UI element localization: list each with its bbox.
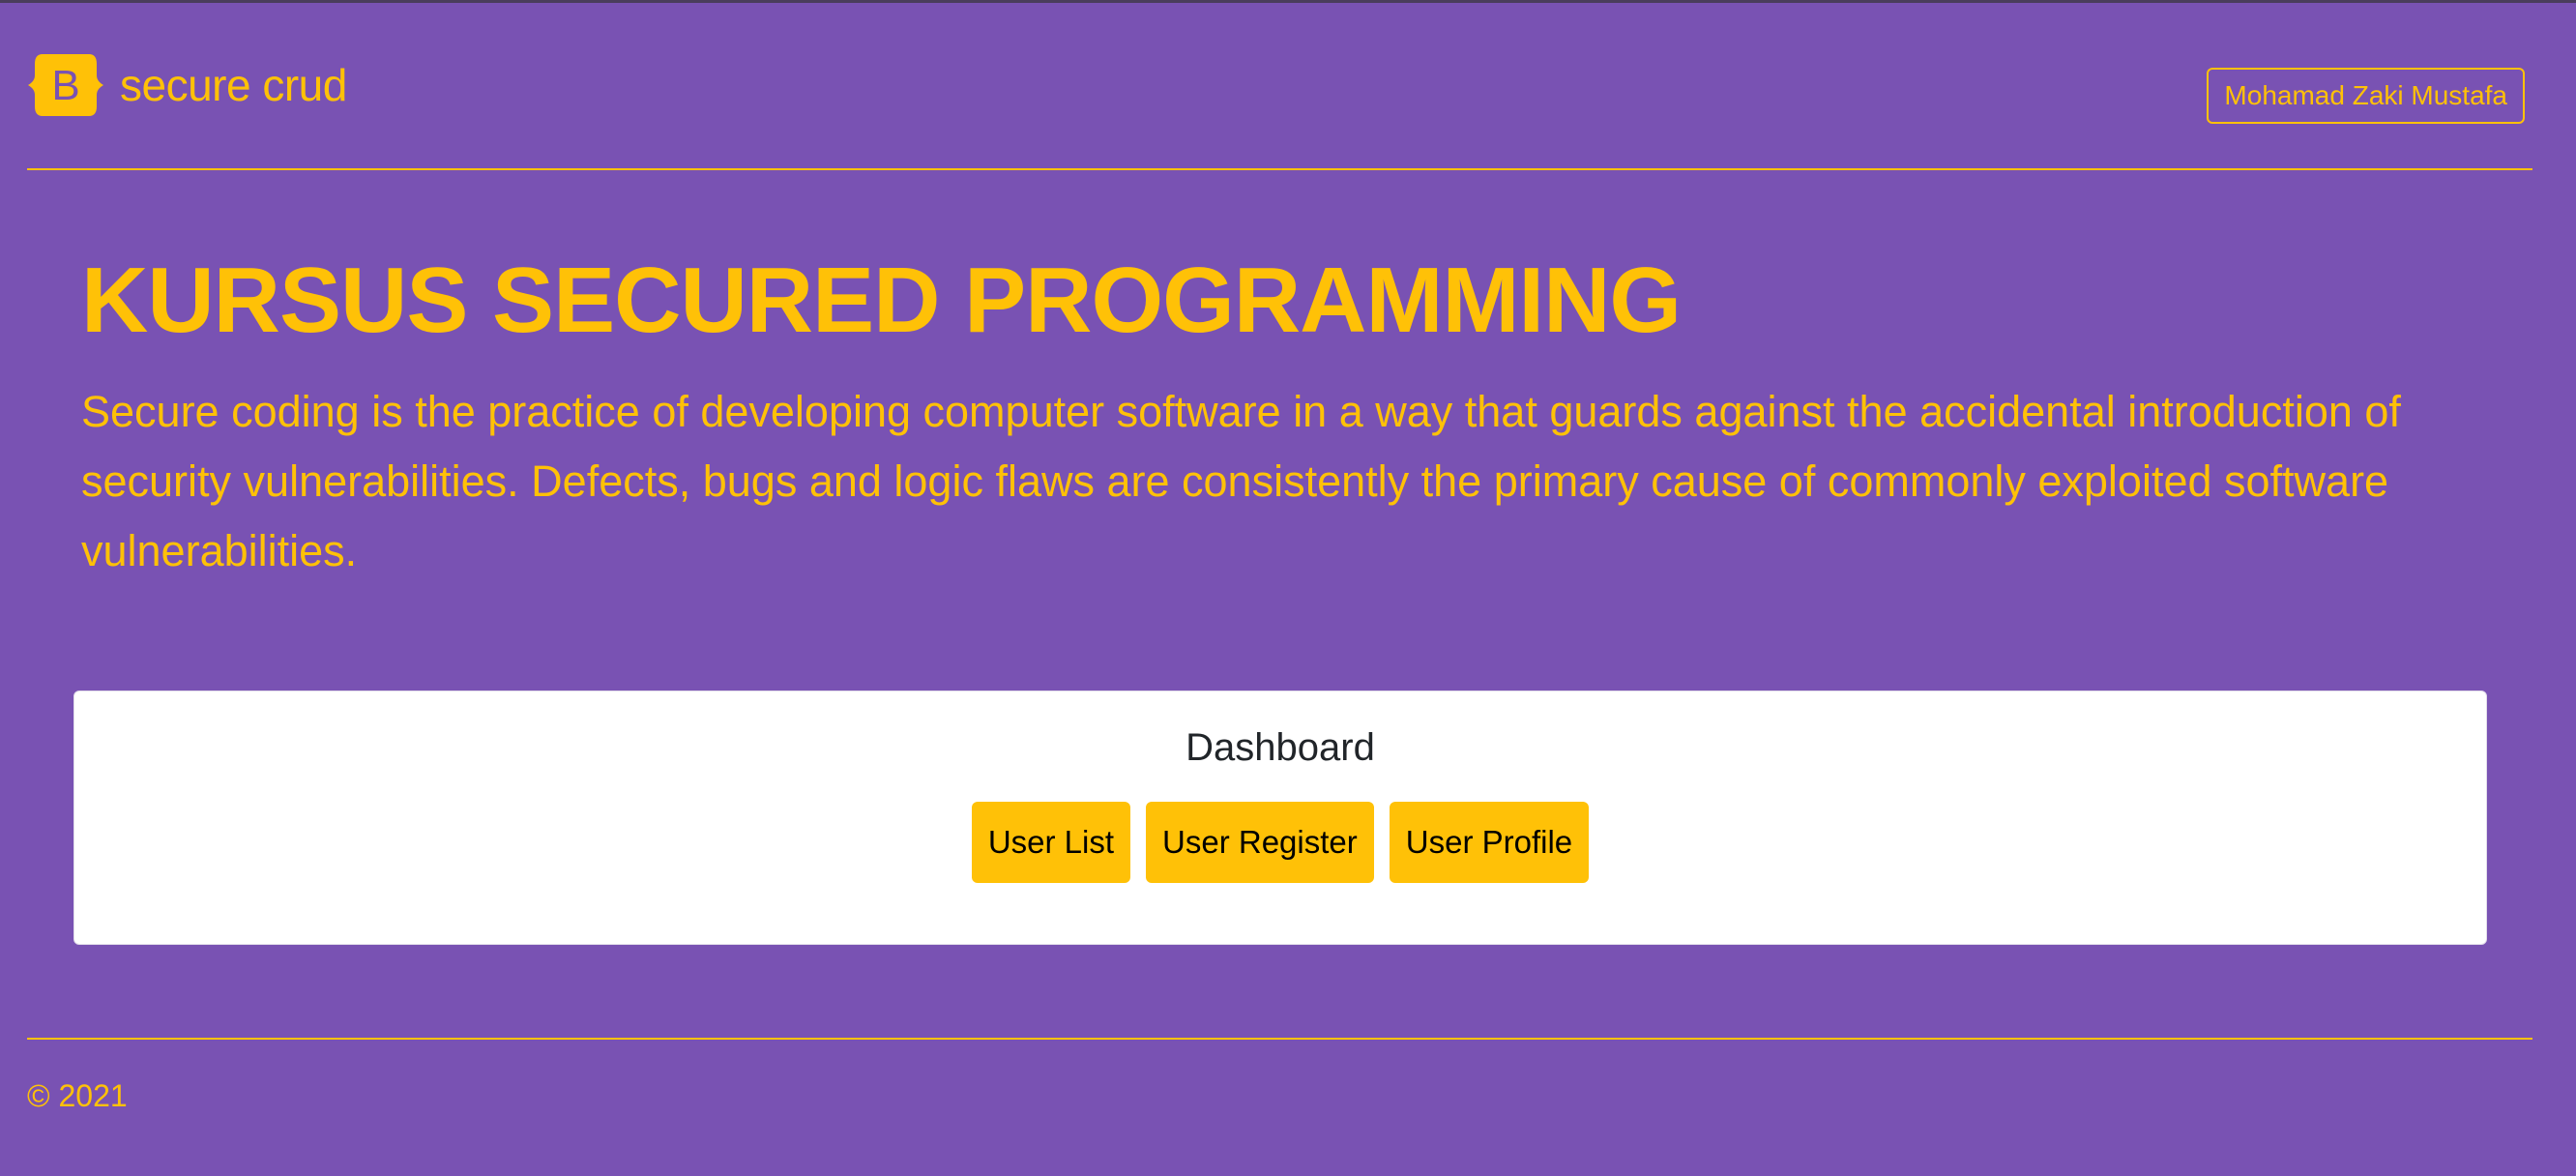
site-header: B secure crud Mohamad Zaki Mustafa bbox=[27, 48, 2532, 170]
site-footer: © 2021 bbox=[27, 1038, 2532, 1113]
bootstrap-logo-icon: B bbox=[28, 54, 103, 116]
hero-description: Secure coding is the practice of develop… bbox=[81, 387, 2401, 575]
brand-logo-letter: B bbox=[51, 62, 79, 109]
user-list-button[interactable]: User List bbox=[971, 802, 1131, 883]
user-register-button[interactable]: User Register bbox=[1146, 802, 1374, 883]
page-title: KURSUS SECURED PROGRAMMING bbox=[81, 249, 1682, 352]
user-profile-button[interactable]: User Profile bbox=[1389, 802, 1590, 883]
user-name-button[interactable]: Mohamad Zaki Mustafa bbox=[2207, 68, 2525, 124]
brand-link[interactable]: B secure crud bbox=[27, 52, 347, 118]
copyright-text: © 2021 bbox=[27, 1078, 128, 1113]
brand-name: secure crud bbox=[120, 60, 347, 110]
dashboard-button-group: User List User Register User Profile bbox=[74, 802, 2486, 883]
window-top-edge bbox=[0, 0, 2576, 3]
dashboard-title: Dashboard bbox=[1186, 726, 1375, 769]
dashboard-card: Dashboard User List User Register User P… bbox=[73, 691, 2487, 945]
